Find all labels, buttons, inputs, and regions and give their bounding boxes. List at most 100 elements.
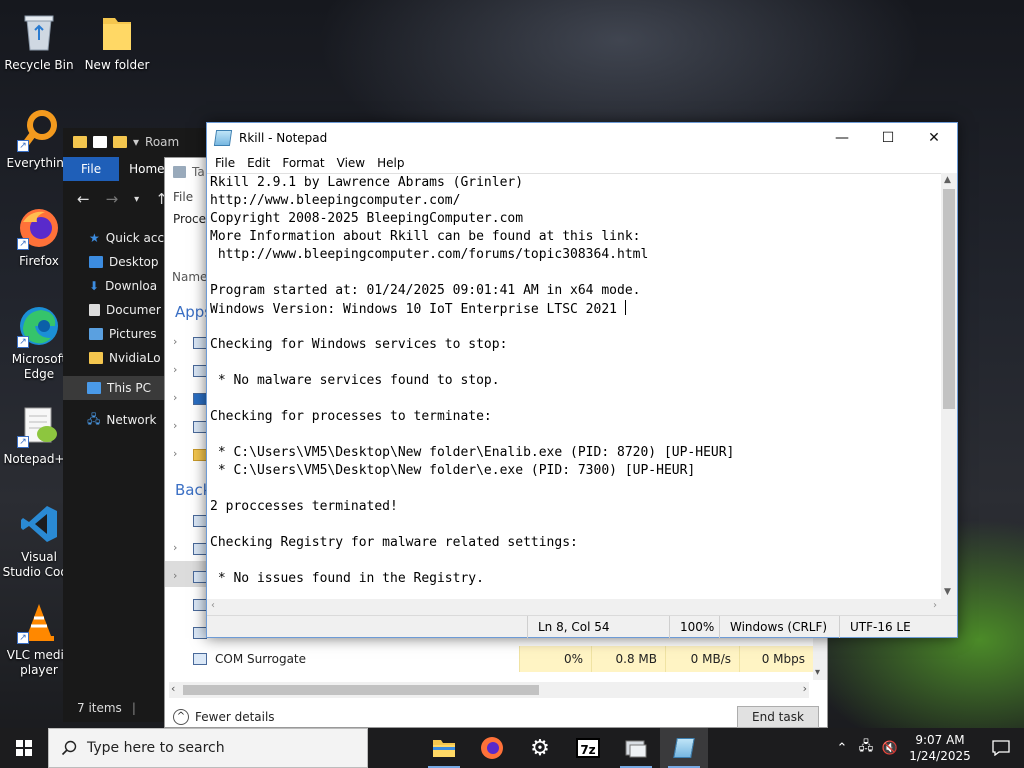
scroll-down-icon[interactable]: ▾ xyxy=(815,667,820,678)
zoom-level: 100% xyxy=(669,616,719,638)
nav-item-label: NvidiaLo xyxy=(109,351,161,365)
volume-muted-icon[interactable]: 🔇 xyxy=(878,741,902,756)
rkill-icon xyxy=(625,740,647,758)
close-button[interactable]: ✕ xyxy=(911,123,957,153)
recent-locations-icon[interactable]: ▾ xyxy=(134,194,139,205)
line-ending: Windows (CRLF) xyxy=(719,616,839,638)
computer-icon xyxy=(87,382,101,394)
size-grip[interactable] xyxy=(941,599,957,615)
action-center-button[interactable] xyxy=(978,740,1024,756)
forward-arrow-icon[interactable]: → xyxy=(106,190,119,208)
fewer-details-button[interactable]: ^ Fewer details xyxy=(173,709,275,725)
notepad-window[interactable]: Rkill - Notepad — ☐ ✕ File Edit Format V… xyxy=(206,122,958,638)
menu-file[interactable]: File xyxy=(173,190,193,204)
horizontal-scrollbar[interactable]: ‹ › xyxy=(169,682,809,698)
text-line: * No issues found in the Registry. xyxy=(210,571,484,586)
text-line xyxy=(210,426,941,444)
text-line: 2 proccesses terminated! xyxy=(210,499,398,514)
desktop-icon-label: Firefox xyxy=(19,254,59,268)
expand-chevron-icon[interactable]: › xyxy=(173,447,177,460)
text-line: http://www.bleepingcomputer.com/ xyxy=(210,193,461,208)
network-tray-icon[interactable]: 🖧 xyxy=(854,737,878,759)
folder-icon xyxy=(89,352,103,364)
nav-item-label: Network xyxy=(106,413,157,427)
nav-item-label: Downloa xyxy=(105,279,158,293)
vscode-icon xyxy=(17,502,61,546)
expand-chevron-icon[interactable]: › xyxy=(173,569,177,582)
show-hidden-icons-chevron-icon[interactable]: ⌃ xyxy=(830,741,854,756)
shortcut-arrow-icon: ↗ xyxy=(17,140,29,152)
menu-file[interactable]: File xyxy=(209,156,241,170)
back-arrow-icon[interactable]: ← xyxy=(77,190,90,208)
quick-access-dropdown-icon[interactable]: ▾ xyxy=(133,135,139,149)
scrollbar-thumb[interactable] xyxy=(183,685,539,695)
taskbar-rkill[interactable] xyxy=(612,728,660,768)
firefox-icon xyxy=(481,737,503,759)
shortcut-arrow-icon: ↗ xyxy=(17,436,29,448)
taskbar-7zip[interactable]: 7z xyxy=(564,728,612,768)
settings-gear-icon: ⚙ xyxy=(530,735,550,761)
7zip-icon: 7z xyxy=(576,738,600,758)
minimize-button[interactable]: — xyxy=(819,123,865,153)
encoding: UTF-16 LE xyxy=(839,616,955,638)
scroll-down-icon[interactable]: ▼ xyxy=(944,587,951,597)
search-box[interactable]: Type here to search xyxy=(48,728,368,768)
maximize-button[interactable]: ☐ xyxy=(865,123,911,153)
taskbar: Type here to search ⚙ 7z ⌃ 🖧 🔇 9:07 AM 1… xyxy=(0,728,1024,768)
expand-chevron-icon[interactable]: › xyxy=(173,363,177,376)
edge-icon: ↗ xyxy=(17,304,61,348)
process-icon xyxy=(193,515,207,527)
expand-chevron-icon[interactable]: › xyxy=(173,335,177,348)
taskbar-notepad[interactable] xyxy=(660,728,708,768)
menu-edit[interactable]: Edit xyxy=(241,156,276,170)
desktop-icon-label: New folder xyxy=(84,58,150,72)
notepad-titlebar[interactable]: Rkill - Notepad — ☐ ✕ xyxy=(207,123,957,153)
desktop-icon-label: Everything xyxy=(6,156,72,170)
documents-icon xyxy=(89,304,100,316)
start-button[interactable] xyxy=(0,728,48,768)
taskbar-settings[interactable]: ⚙ xyxy=(516,728,564,768)
shortcut-arrow-icon: ↗ xyxy=(17,238,29,250)
taskbar-file-explorer[interactable] xyxy=(420,728,468,768)
taskbar-firefox[interactable] xyxy=(468,728,516,768)
cpu-cell: 0% xyxy=(519,646,591,672)
menu-view[interactable]: View xyxy=(331,156,371,170)
text-line: Checking for Windows services to stop: xyxy=(210,337,508,352)
menu-help[interactable]: Help xyxy=(371,156,410,170)
network-icon: 🖧 xyxy=(87,411,101,426)
scroll-right-icon[interactable]: › xyxy=(803,682,807,695)
app-icon xyxy=(193,337,207,349)
notepad-icon xyxy=(673,738,695,758)
scroll-up-icon[interactable]: ▲ xyxy=(944,175,951,185)
process-icon xyxy=(193,627,207,639)
scroll-right-icon[interactable]: › xyxy=(933,600,937,611)
vertical-scrollbar[interactable]: ▲ ▼ xyxy=(941,173,957,599)
clock[interactable]: 9:07 AM 1/24/2025 xyxy=(902,732,978,764)
notepad-icon xyxy=(213,130,233,146)
expand-chevron-icon[interactable]: › xyxy=(173,419,177,432)
text-editor-area[interactable]: Rkill 2.9.1 by Lawrence Abrams (Grinler)… xyxy=(207,173,941,599)
process-icon xyxy=(193,543,207,555)
firefox-icon: ↗ xyxy=(17,206,61,250)
menu-format[interactable]: Format xyxy=(276,156,330,170)
nav-item-label: Documer xyxy=(106,303,161,317)
nav-item-label: Quick acce xyxy=(105,231,172,245)
expand-chevron-icon[interactable]: › xyxy=(173,391,177,404)
desktop-icon-new-folder[interactable]: New folder xyxy=(79,10,155,73)
text-line: Checking Registry for malware related se… xyxy=(210,535,578,550)
expand-chevron-icon[interactable]: › xyxy=(173,541,177,554)
desktop-icon-recycle-bin[interactable]: Recycle Bin xyxy=(1,10,77,73)
window-title: Rkill - Notepad xyxy=(239,131,328,145)
column-header-name[interactable]: Name xyxy=(172,270,207,284)
properties-icon xyxy=(93,136,107,148)
horizontal-scrollbar[interactable]: ‹ › xyxy=(207,599,941,615)
end-task-button[interactable]: End task xyxy=(737,706,819,728)
scroll-left-icon[interactable]: ‹ xyxy=(211,600,215,611)
clock-date: 1/24/2025 xyxy=(909,749,971,763)
notepad-plus-plus-icon: ↗ xyxy=(17,404,61,448)
scroll-left-icon[interactable]: ‹ xyxy=(171,682,175,695)
scrollbar-thumb[interactable] xyxy=(943,189,955,409)
tab-file[interactable]: File xyxy=(63,157,120,181)
table-row[interactable]: COM Surrogate 0% 0.8 MB 0 MB/s 0 Mbps xyxy=(165,646,813,672)
explorer-titlebar[interactable]: ▾ Roam xyxy=(63,128,207,156)
